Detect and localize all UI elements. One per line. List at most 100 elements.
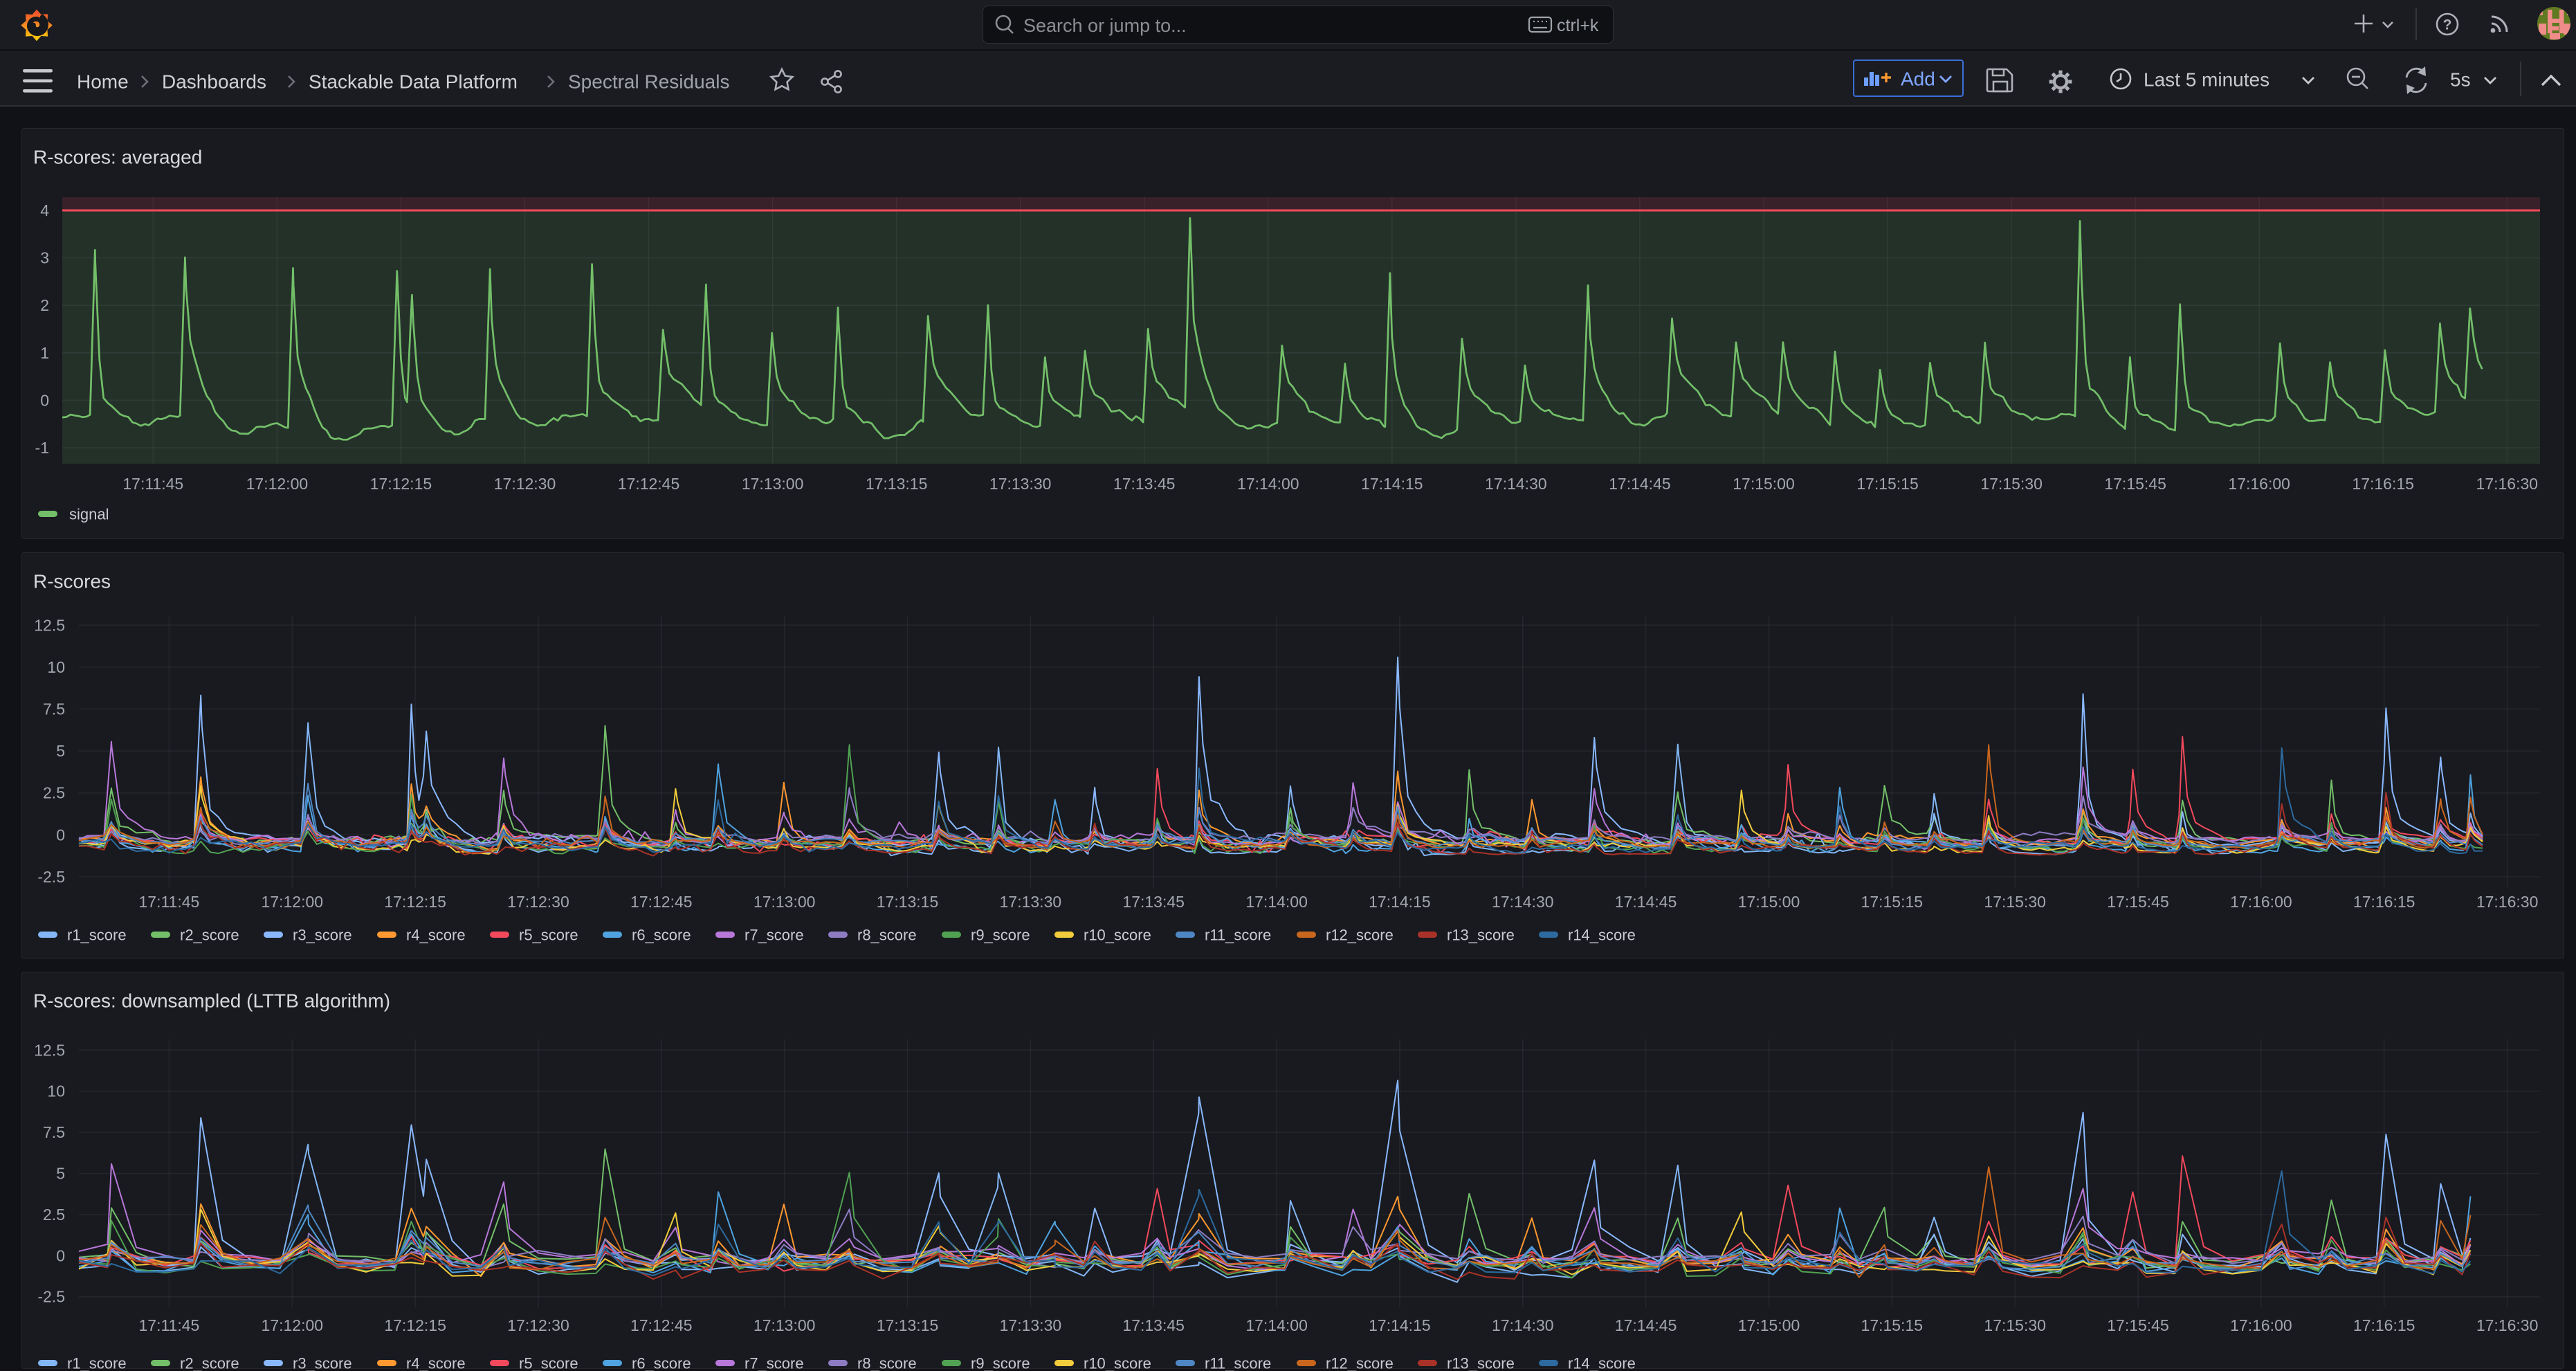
svg-text:17:14:30: 17:14:30 [1492,893,1554,911]
svg-text:r11_score: r11_score [1205,1355,1271,1371]
svg-text:17:12:00: 17:12:00 [262,893,324,911]
svg-text:0: 0 [40,391,49,409]
svg-text:17:16:00: 17:16:00 [2228,475,2290,493]
svg-text:17:15:30: 17:15:30 [1980,475,2043,493]
svg-text:17:16:30: 17:16:30 [2476,893,2539,911]
svg-text:r5_score: r5_score [519,1355,578,1371]
svg-text:10: 10 [47,658,65,676]
svg-text:17:16:00: 17:16:00 [2230,893,2292,911]
svg-text:17:12:15: 17:12:15 [384,1316,446,1334]
svg-text:7.5: 7.5 [43,1123,65,1141]
svg-text:17:13:30: 17:13:30 [1000,1316,1062,1334]
svg-text:r9_score: r9_score [971,1355,1030,1371]
svg-text:17:14:00: 17:14:00 [1245,893,1308,911]
svg-text:7.5: 7.5 [43,700,65,718]
svg-text:17:14:15: 17:14:15 [1369,1316,1431,1334]
svg-text:12.5: 12.5 [34,616,65,634]
svg-text:r14_score: r14_score [1568,1355,1636,1371]
svg-text:17:13:00: 17:13:00 [753,893,816,911]
svg-text:17:16:30: 17:16:30 [2476,475,2539,493]
svg-text:0: 0 [56,1246,65,1264]
svg-text:r13_score: r13_score [1447,927,1515,944]
svg-text:17:13:15: 17:13:15 [877,893,939,911]
svg-text:17:12:30: 17:12:30 [507,1316,569,1334]
svg-text:17:12:30: 17:12:30 [507,893,569,911]
svg-text:r9_score: r9_score [971,927,1030,944]
svg-text:r5_score: r5_score [519,927,578,944]
svg-text:R-scores: R-scores [33,571,111,592]
svg-text:17:14:30: 17:14:30 [1492,1316,1554,1334]
svg-text:r12_score: r12_score [1326,1355,1394,1371]
svg-text:r3_score: r3_score [293,1355,352,1371]
svg-text:17:16:15: 17:16:15 [2352,475,2414,493]
svg-text:17:15:45: 17:15:45 [2107,893,2169,911]
svg-text:17:13:15: 17:13:15 [877,1316,939,1334]
svg-text:-1: -1 [35,439,49,457]
svg-text:2.5: 2.5 [43,784,65,802]
svg-text:17:12:45: 17:12:45 [618,475,680,493]
svg-text:0: 0 [56,826,65,844]
svg-text:17:11:45: 17:11:45 [138,893,199,911]
svg-text:17:12:15: 17:12:15 [384,893,446,911]
svg-text:17:13:00: 17:13:00 [742,475,804,493]
svg-text:17:13:30: 17:13:30 [1000,893,1062,911]
svg-text:5: 5 [56,1165,65,1183]
svg-text:r3_score: r3_score [293,927,352,944]
svg-text:17:15:00: 17:15:00 [1738,1316,1800,1334]
svg-text:17:15:45: 17:15:45 [2104,475,2166,493]
svg-text:17:15:30: 17:15:30 [1984,1316,2046,1334]
svg-text:17:12:45: 17:12:45 [630,1316,693,1334]
svg-text:R-scores: downsampled (LTTB al: R-scores: downsampled (LTTB algorithm) [33,990,390,1012]
svg-text:r7_score: r7_score [745,1355,804,1371]
svg-text:17:15:15: 17:15:15 [1861,893,1924,911]
svg-text:17:16:15: 17:16:15 [2353,1316,2415,1334]
svg-text:-2.5: -2.5 [37,868,65,886]
svg-text:17:15:30: 17:15:30 [1984,893,2046,911]
svg-text:r10_score: r10_score [1084,1355,1151,1371]
svg-text:17:14:30: 17:14:30 [1485,475,1547,493]
svg-text:17:14:45: 17:14:45 [1615,893,1677,911]
svg-text:-2.5: -2.5 [37,1288,65,1306]
svg-text:17:12:45: 17:12:45 [630,893,693,911]
svg-text:2.5: 2.5 [43,1206,65,1224]
svg-text:17:15:00: 17:15:00 [1733,475,1795,493]
svg-text:r4_score: r4_score [406,1355,466,1371]
svg-text:r1_score: r1_score [67,1355,127,1371]
svg-text:R-scores: averaged: R-scores: averaged [33,147,202,168]
svg-text:17:15:15: 17:15:15 [1861,1316,1924,1334]
svg-text:r6_score: r6_score [632,1355,691,1371]
svg-text:17:13:45: 17:13:45 [1113,475,1176,493]
svg-text:10: 10 [47,1082,65,1100]
svg-text:17:14:15: 17:14:15 [1369,893,1431,911]
svg-text:r2_score: r2_score [180,1355,239,1371]
svg-text:17:14:15: 17:14:15 [1361,475,1423,493]
svg-text:5: 5 [56,742,65,760]
svg-text:17:13:45: 17:13:45 [1122,893,1185,911]
svg-text:17:16:00: 17:16:00 [2230,1316,2292,1334]
svg-text:r6_score: r6_score [632,927,691,944]
svg-text:17:15:15: 17:15:15 [1856,475,1919,493]
svg-text:17:12:00: 17:12:00 [262,1316,324,1334]
svg-text:1: 1 [40,344,49,362]
svg-text:r2_score: r2_score [180,927,239,944]
svg-text:17:14:45: 17:14:45 [1615,1316,1677,1334]
svg-text:r4_score: r4_score [406,927,466,944]
svg-text:r8_score: r8_score [857,927,917,944]
svg-text:r7_score: r7_score [745,927,804,944]
svg-text:17:13:15: 17:13:15 [866,475,928,493]
svg-text:17:12:15: 17:12:15 [370,475,432,493]
svg-text:17:12:00: 17:12:00 [246,475,309,493]
svg-text:2: 2 [40,296,49,314]
svg-text:17:16:30: 17:16:30 [2476,1316,2539,1334]
svg-text:17:11:45: 17:11:45 [122,475,183,493]
svg-text:r12_score: r12_score [1326,927,1394,944]
svg-text:r13_score: r13_score [1447,1355,1515,1371]
svg-text:17:14:00: 17:14:00 [1237,475,1299,493]
svg-text:r14_score: r14_score [1568,927,1636,944]
svg-text:12.5: 12.5 [34,1041,65,1059]
svg-text:17:15:45: 17:15:45 [2107,1316,2169,1334]
svg-text:3: 3 [40,249,49,267]
svg-text:17:16:15: 17:16:15 [2353,893,2415,911]
svg-text:17:15:00: 17:15:00 [1738,893,1800,911]
svg-text:r1_score: r1_score [67,927,127,944]
